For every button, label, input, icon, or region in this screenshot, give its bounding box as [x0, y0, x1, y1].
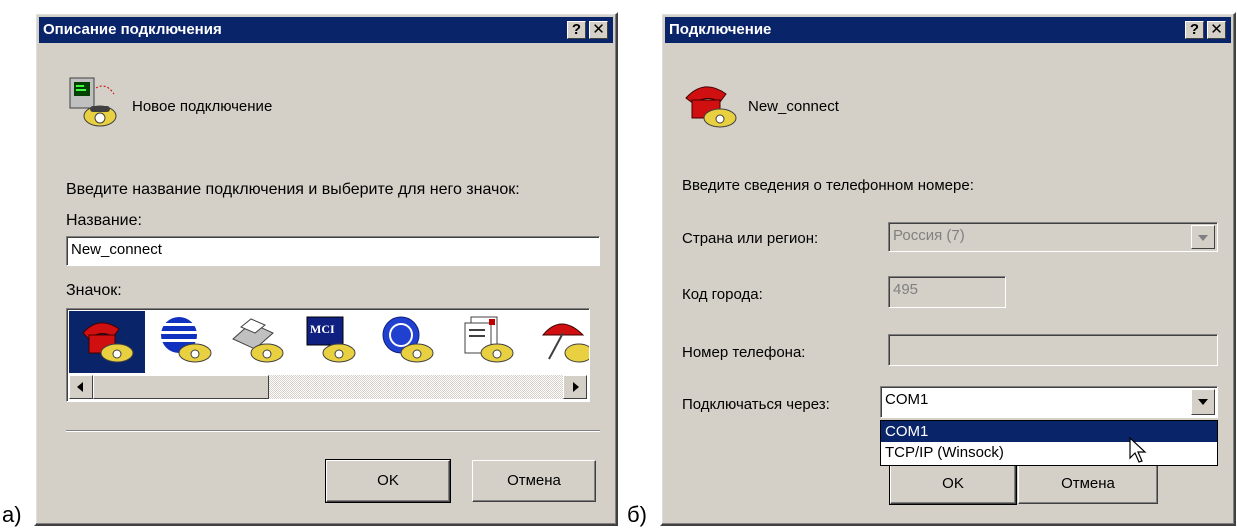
arrow-right-icon: [573, 382, 579, 392]
dialog-title: Подключение: [669, 21, 772, 38]
label-b: б): [627, 502, 647, 527]
mouse-cursor-icon: [1129, 436, 1147, 463]
ge-phone-icon[interactable]: [377, 313, 437, 365]
area-code-input[interactable]: 495: [888, 276, 1006, 308]
connect-via-label: Подключаться через:: [682, 396, 830, 413]
connection-heading: Новое подключение: [132, 98, 273, 115]
country-value: Россия (7): [893, 227, 965, 244]
connect-via-value: COM1: [885, 391, 929, 408]
chevron-down-icon[interactable]: [1191, 225, 1215, 249]
name-input[interactable]: New_connect: [66, 236, 600, 266]
option-tcpip[interactable]: TCP/IP (Winsock): [881, 442, 1217, 463]
close-button[interactable]: ✕: [1207, 21, 1226, 39]
dialog-title: Описание подключения: [43, 21, 222, 38]
title-bar: Описание подключения ? ✕: [39, 17, 613, 43]
red-phone-icon[interactable]: [77, 313, 137, 365]
connection-dialog: Подключение ? ✕ New_connect Введите свед…: [660, 12, 1236, 526]
red-phone-icon: [685, 86, 737, 128]
title-bar: Подключение ? ✕: [665, 17, 1231, 43]
name-label: Название:: [66, 212, 142, 229]
scroll-thumb[interactable]: [93, 375, 269, 399]
ok-button[interactable]: OK: [325, 459, 451, 503]
document-phone-icon[interactable]: [457, 313, 517, 365]
chevron-down-icon[interactable]: [1191, 389, 1215, 415]
phone-label: Номер телефона:: [682, 344, 806, 361]
svg-text:MCI: MCI: [310, 322, 335, 336]
country-select[interactable]: Россия (7): [888, 222, 1218, 252]
help-button[interactable]: ?: [567, 21, 586, 39]
separator: [66, 430, 600, 432]
mci-phone-icon[interactable]: MCI: [299, 313, 359, 365]
prompt-text: Введите сведения о телефонном номере:: [682, 177, 974, 194]
cancel-button[interactable]: Отмена: [472, 460, 596, 502]
scroll-left-button[interactable]: [69, 375, 93, 399]
option-com1[interactable]: COM1: [881, 421, 1217, 442]
scroll-right-button[interactable]: [563, 375, 587, 399]
cancel-button[interactable]: Отмена: [1018, 464, 1158, 504]
arrow-left-icon: [77, 382, 83, 392]
computer-phone-icon: [69, 77, 117, 127]
globe-phone-icon[interactable]: [155, 313, 215, 365]
icon-label: Значок:: [66, 282, 122, 299]
umbrella-phone-icon[interactable]: [535, 313, 590, 365]
area-code-label: Код города:: [682, 286, 763, 303]
close-button[interactable]: ✕: [589, 21, 608, 39]
help-button[interactable]: ?: [1185, 21, 1204, 39]
prompt-text: Введите название подключения и выберите …: [66, 181, 520, 198]
connection-heading: New_connect: [748, 98, 839, 115]
icon-scrollbar[interactable]: [69, 375, 587, 399]
connect-via-options: COM1 TCP/IP (Winsock): [880, 420, 1218, 466]
fax-phone-icon[interactable]: [227, 313, 287, 365]
icon-picker[interactable]: MCI: [66, 308, 590, 402]
phone-input[interactable]: [888, 334, 1218, 366]
ok-button[interactable]: OK: [889, 463, 1017, 505]
connection-description-dialog: Описание подключения ? ✕ Новое подключен…: [34, 12, 618, 526]
connect-via-select[interactable]: COM1: [880, 386, 1218, 418]
country-label: Страна или регион:: [682, 230, 819, 247]
label-a: а): [2, 502, 22, 527]
